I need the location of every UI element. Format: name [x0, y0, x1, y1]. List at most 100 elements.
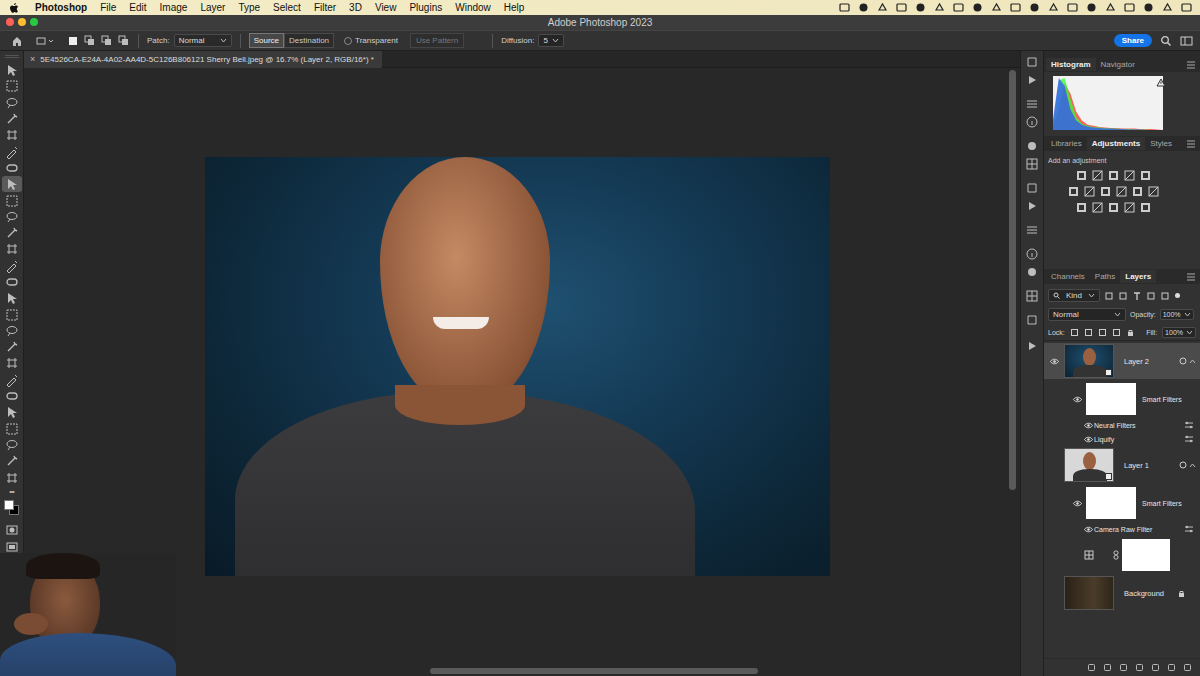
menu-item[interactable]: Help [504, 2, 525, 13]
close-tab-button[interactable]: × [30, 54, 35, 64]
status-icon[interactable] [934, 2, 945, 13]
tool-button[interactable] [2, 323, 22, 339]
layer-row[interactable]: Smart Filters [1044, 485, 1200, 521]
tool-button[interactable] [2, 209, 22, 225]
status-icon[interactable] [896, 2, 907, 13]
tool-button[interactable] [2, 355, 22, 371]
mask-icon[interactable] [1119, 663, 1128, 672]
panel-icon[interactable] [1025, 289, 1039, 303]
selection-mode-icon[interactable] [118, 35, 130, 47]
panel-tab[interactable]: Navigator [1096, 58, 1140, 71]
panel-icon[interactable] [1025, 115, 1039, 129]
selection-mode-icon[interactable] [67, 35, 79, 47]
tool-button[interactable] [2, 111, 22, 127]
panel-menu-icon[interactable] [1186, 273, 1196, 281]
group-icon[interactable] [1151, 663, 1160, 672]
layer-row[interactable]: Background [1044, 575, 1200, 611]
adjustment-icon[interactable] [1076, 202, 1087, 213]
opacity-field[interactable]: 100% [1160, 309, 1194, 320]
menu-item[interactable]: Image [160, 2, 188, 13]
tool-button[interactable] [2, 469, 22, 485]
collapse-icon[interactable] [1189, 462, 1196, 468]
tool-button[interactable] [2, 453, 22, 469]
tool-button[interactable] [2, 421, 22, 437]
tool-button[interactable] [2, 62, 22, 78]
adjustment-icon[interactable] [1135, 663, 1144, 672]
status-icon[interactable] [1010, 2, 1021, 13]
lock-icon[interactable] [1177, 589, 1186, 598]
foreground-color-swatch[interactable] [4, 500, 14, 510]
panel-icon[interactable] [1025, 97, 1039, 111]
menu-item[interactable]: File [100, 2, 116, 13]
status-icon[interactable] [1124, 2, 1135, 13]
visibility-toggle[interactable] [1082, 526, 1094, 533]
apple-icon[interactable] [8, 2, 18, 13]
layer-mask-thumbnail[interactable] [1122, 539, 1170, 571]
scroll-thumb[interactable] [1009, 70, 1016, 490]
fill-field[interactable]: 100% [1162, 327, 1196, 338]
layer-row[interactable]: Layer 1 [1044, 447, 1200, 483]
adjustment-icon[interactable] [1108, 202, 1119, 213]
adjustment-icon[interactable] [1100, 186, 1111, 197]
tool-button[interactable] [2, 160, 22, 176]
tool-button[interactable] [2, 274, 22, 290]
lock-icon[interactable] [1070, 328, 1079, 337]
color-swatches[interactable] [3, 499, 21, 517]
menu-item[interactable]: Plugins [409, 2, 442, 13]
menu-item[interactable]: Type [238, 2, 260, 13]
adjustment-icon[interactable] [1092, 170, 1103, 181]
document-tab[interactable]: ×5E4526CA-E24A-4A02-AA4D-5C126B806121 Sh… [24, 51, 382, 68]
layer-filter-icon[interactable] [1118, 291, 1128, 301]
diffusion-field[interactable]: 5 [538, 34, 564, 47]
status-icon[interactable] [915, 2, 926, 13]
adjustment-icon[interactable] [1132, 186, 1143, 197]
workspace-icon[interactable] [1180, 35, 1194, 47]
adjustment-icon[interactable] [1124, 170, 1135, 181]
panel-icon[interactable] [1025, 339, 1039, 353]
tool-button[interactable] [2, 241, 22, 257]
tool-button[interactable] [2, 388, 22, 404]
panel-icon[interactable] [1025, 181, 1039, 195]
panel-icon[interactable] [1025, 157, 1039, 171]
link-icon[interactable] [1087, 663, 1096, 672]
panel-icon[interactable] [1025, 139, 1039, 153]
layer-filter-icon[interactable] [1104, 291, 1114, 301]
tool-button[interactable] [2, 339, 22, 355]
visibility-toggle[interactable] [1070, 396, 1084, 403]
layer-filter-icon[interactable] [1146, 291, 1156, 301]
warning-icon[interactable] [1156, 78, 1166, 87]
tool-button[interactable] [2, 143, 22, 159]
panel-icon[interactable] [1025, 265, 1039, 279]
status-icon[interactable] [877, 2, 888, 13]
scroll-thumb[interactable] [430, 668, 758, 674]
filter-options-icon[interactable] [1184, 525, 1194, 533]
visibility-toggle[interactable] [1070, 500, 1084, 507]
collapse-icon[interactable] [1189, 358, 1196, 364]
blend-mode-select[interactable]: Normal [1048, 308, 1126, 321]
adjustment-icon[interactable] [1140, 170, 1151, 181]
lock-icon[interactable] [1084, 328, 1093, 337]
panel-tab[interactable]: Paths [1090, 270, 1120, 283]
adjustment-icon[interactable] [1068, 186, 1079, 197]
menu-item[interactable]: Filter [314, 2, 336, 13]
lock-icon[interactable] [1112, 328, 1121, 337]
filter-mask-thumbnail[interactable] [1086, 383, 1136, 415]
tool-button[interactable] [2, 258, 22, 274]
status-icon[interactable] [1048, 2, 1059, 13]
fx-icon[interactable] [1103, 663, 1112, 672]
visibility-toggle[interactable] [1044, 462, 1064, 469]
filter-options-icon[interactable] [1184, 435, 1194, 443]
zoom-button[interactable] [30, 18, 38, 26]
minimize-button[interactable] [18, 18, 26, 26]
panel-menu-icon[interactable] [1186, 61, 1196, 69]
visibility-toggle[interactable] [1044, 358, 1064, 365]
visibility-toggle[interactable] [1044, 590, 1064, 597]
status-icon[interactable] [1105, 2, 1116, 13]
status-icon[interactable] [1086, 2, 1097, 13]
panel-menu-icon[interactable] [1186, 140, 1196, 148]
adjustment-icon[interactable] [1092, 202, 1103, 213]
adjustment-icon[interactable] [1140, 202, 1151, 213]
app-menu[interactable]: Photoshop [35, 2, 87, 13]
menu-item[interactable]: Select [273, 2, 301, 13]
panel-tab[interactable]: Layers [1120, 270, 1156, 283]
